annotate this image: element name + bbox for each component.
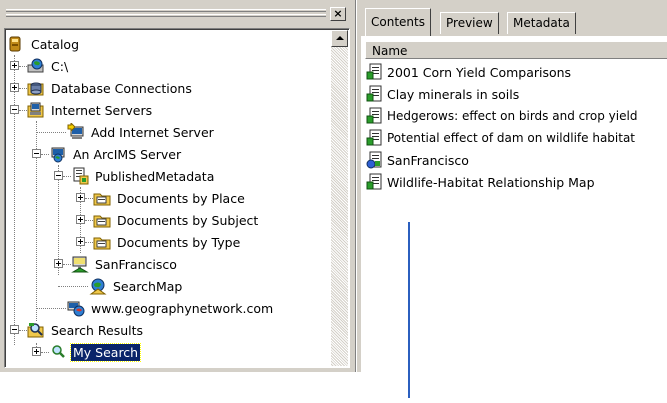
metadata-service-icon <box>71 167 89 185</box>
tree-connector <box>58 286 88 287</box>
tree-node-arcims-server[interactable]: An ArcIMS Server <box>49 143 183 165</box>
catalog-tree: Catalog C:\ Database Connections Interne… <box>4 28 350 368</box>
tree-connector <box>85 242 93 243</box>
tree-connector <box>14 55 15 345</box>
tree-node-drive[interactable]: C:\ <box>27 55 70 77</box>
tree-node-searchmap[interactable]: SearchMap <box>89 275 184 297</box>
tree-node-documents-by-place[interactable]: Documents by Place <box>93 187 247 209</box>
contents-list: Name 2001 Corn Yield Comparisons Clay mi… <box>361 36 667 372</box>
tree-node-published-metadata[interactable]: PublishedMetadata <box>71 165 216 187</box>
expand-toggle[interactable] <box>76 193 85 202</box>
list-item[interactable]: SanFrancisco <box>366 149 469 171</box>
tree-node-search-results[interactable]: Search Results <box>27 319 145 341</box>
tree-connector <box>19 66 27 67</box>
tree-connector <box>85 198 93 199</box>
metadata-service-document-icon <box>366 151 384 169</box>
expand-toggle[interactable] <box>10 61 19 70</box>
tree-connector <box>41 154 49 155</box>
pane-grip <box>6 9 326 12</box>
search-icon <box>49 343 67 361</box>
tree-node-documents-by-subject[interactable]: Documents by Subject <box>93 209 260 231</box>
map-service-icon <box>71 255 89 273</box>
tree-connector <box>63 176 71 177</box>
collapse-toggle[interactable] <box>10 325 19 334</box>
collapse-toggle[interactable] <box>32 149 41 158</box>
tree-node-catalog[interactable]: Catalog <box>7 33 81 55</box>
metadata-document-icon <box>366 173 384 191</box>
arcims-server-icon <box>49 145 67 163</box>
expand-toggle[interactable] <box>54 259 63 268</box>
tree-connector <box>41 352 49 353</box>
search-results-icon <box>27 321 45 339</box>
drive-icon <box>27 57 45 75</box>
list-item[interactable]: Hedgerows: effect on birds and crop yiel… <box>366 105 637 127</box>
tree-connector <box>36 132 66 133</box>
tree-node-sanfrancisco[interactable]: SanFrancisco <box>71 253 179 275</box>
metadata-document-icon <box>366 107 384 125</box>
contents-pane: Contents Preview Metadata Name 2001 Corn… <box>357 0 667 372</box>
collapse-toggle[interactable] <box>54 171 63 180</box>
search-map-icon <box>89 277 107 295</box>
internet-servers-icon <box>27 101 45 119</box>
folder-icon <box>93 189 111 207</box>
database-connections-icon <box>27 79 45 97</box>
collapse-toggle[interactable] <box>10 105 19 114</box>
pane-grip <box>6 14 326 17</box>
list-item[interactable]: 2001 Corn Yield Comparisons <box>366 61 571 83</box>
tree-connector <box>19 110 27 111</box>
tree-connector <box>36 308 66 309</box>
list-item[interactable]: Potential effect of dam on wildlife habi… <box>366 127 635 149</box>
catalog-icon <box>7 35 25 53</box>
tree-connector <box>85 220 93 221</box>
tree-connector <box>63 264 71 265</box>
tree-node-internet-servers[interactable]: Internet Servers <box>27 99 154 121</box>
tree-node-documents-by-type[interactable]: Documents by Type <box>93 231 242 253</box>
expand-toggle[interactable] <box>32 347 41 356</box>
add-server-icon <box>67 121 85 141</box>
scroll-track[interactable] <box>331 47 348 366</box>
tree-node-geographynetwork[interactable]: www.geographynetwork.com <box>67 297 275 319</box>
tab-preview[interactable]: Preview <box>440 12 499 34</box>
close-pane-button[interactable]: × <box>330 7 346 21</box>
tree-node-my-search[interactable]: My Search <box>49 341 142 363</box>
metadata-document-icon <box>366 85 384 103</box>
metadata-document-icon <box>366 129 384 147</box>
callout-leader-line <box>408 222 410 398</box>
geography-network-icon <box>67 299 85 317</box>
tab-contents[interactable]: Contents <box>365 8 431 36</box>
list-item[interactable]: Clay minerals in soils <box>366 83 519 105</box>
tree-connector <box>19 330 27 331</box>
tab-metadata[interactable]: Metadata <box>507 12 576 34</box>
tree-node-database-connections[interactable]: Database Connections <box>27 77 194 99</box>
expand-toggle[interactable] <box>10 83 19 92</box>
folder-icon <box>93 233 111 251</box>
expand-toggle[interactable] <box>76 215 85 224</box>
tree-pane-titlebar[interactable]: × <box>4 4 346 24</box>
scroll-up-button[interactable] <box>331 30 348 47</box>
tree-connector <box>19 88 27 89</box>
folder-icon <box>93 211 111 229</box>
expand-toggle[interactable] <box>76 237 85 246</box>
catalog-tree-pane: × Catalog C:\ Database Connections Inter… <box>0 0 356 372</box>
tree-node-add-internet-server[interactable]: Add Internet Server <box>67 121 216 143</box>
column-header-name[interactable]: Name <box>365 41 667 59</box>
list-item[interactable]: Wildlife-Habitat Relationship Map <box>366 171 595 193</box>
metadata-document-icon <box>366 63 384 81</box>
tree-vertical-scrollbar[interactable] <box>331 30 348 366</box>
